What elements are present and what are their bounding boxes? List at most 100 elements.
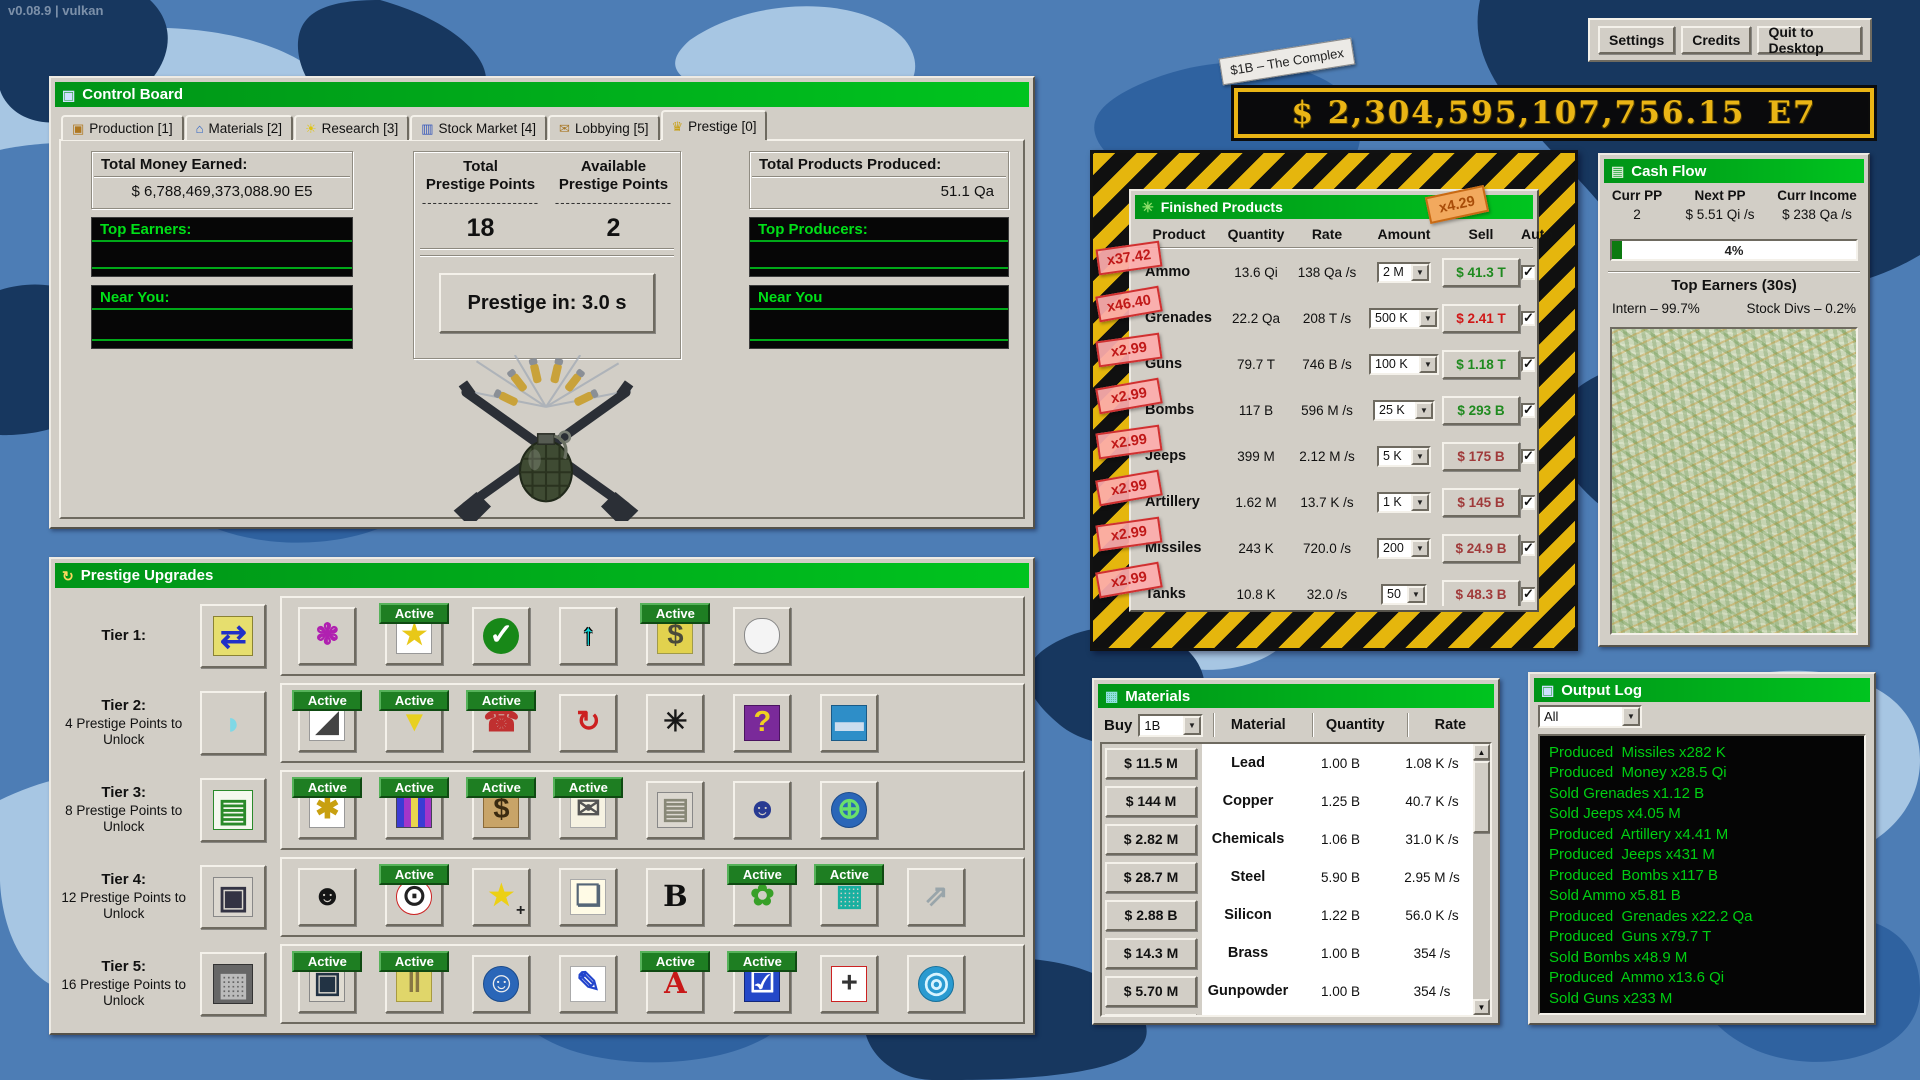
upgrade-button-sealed-envelope[interactable]: ✉Active	[559, 781, 617, 839]
sell-button[interactable]: $ 41.3 T	[1442, 258, 1520, 287]
materials-scrollbar[interactable]: ▲ ▼	[1473, 744, 1490, 1015]
upgrade-button-help-book[interactable]: ?	[733, 694, 791, 752]
upgrade-button-license-gear[interactable]: ✱Active	[298, 781, 356, 839]
upgrade-button-cube-grid[interactable]: ▦Active	[820, 868, 878, 926]
upgrade-button-paint-can[interactable]: ▬	[820, 694, 878, 752]
upgrade-button-juggling-hand[interactable]: ❃	[298, 607, 356, 665]
upgrade-button-computer[interactable]: ▣Active	[298, 955, 356, 1013]
tier-icon-button[interactable]: ▦	[200, 952, 266, 1016]
scroll-down-button[interactable]: ▼	[1473, 999, 1490, 1015]
upgrade-button-check-circle[interactable]: ✓	[472, 607, 530, 665]
column-quantity: Quantity	[1314, 717, 1397, 733]
upgrade-button-checklist-window[interactable]: ☑Active	[733, 955, 791, 1013]
upgrade-button-star-plus[interactable]: ★+	[472, 868, 530, 926]
sell-button[interactable]: $ 293 B	[1442, 396, 1520, 425]
quit-to-desktop-button[interactable]: Quit to Desktop	[1757, 26, 1862, 54]
tab-prestige-0[interactable]: ♛Prestige [0]	[661, 110, 768, 140]
upgrade-button-wall-clock[interactable]: +	[820, 955, 878, 1013]
sell-button[interactable]: $ 145 B	[1442, 488, 1520, 517]
upgrade-button-globe-person[interactable]: ☺	[472, 955, 530, 1013]
auto-checkbox[interactable]: ✓	[1521, 541, 1535, 556]
scrollbar-thumb[interactable]	[1473, 761, 1490, 833]
auto-checkbox[interactable]: ✓	[1521, 357, 1535, 372]
tier-icon-button[interactable]: ▤	[200, 778, 266, 842]
upgrade-button-flowers[interactable]: ✿Active	[733, 868, 791, 926]
auto-checkbox[interactable]: ✓	[1521, 495, 1535, 510]
upgrade-button-money-crate[interactable]: $Active	[472, 781, 530, 839]
upgrade-button-cash-register[interactable]: $Active	[646, 607, 704, 665]
upgrade-button-up-arrow[interactable]: ↑	[559, 607, 617, 665]
amount-select[interactable]: 25 K▼	[1373, 400, 1435, 421]
amount-select[interactable]: 5 K▼	[1377, 446, 1431, 467]
amount-select[interactable]: 200▼	[1377, 538, 1431, 559]
upgrade-button-letter-a[interactable]: AActive	[646, 955, 704, 1013]
auto-checkbox[interactable]: ✓	[1521, 311, 1535, 326]
buy-button[interactable]: $ 28.7 M	[1105, 862, 1197, 893]
tab-stock-market-4[interactable]: ▥Stock Market [4]	[410, 115, 547, 140]
sell-button[interactable]: $ 48.3 B	[1442, 580, 1520, 607]
amount-select[interactable]: 50▼	[1381, 584, 1427, 605]
sell-button[interactable]: $ 2.41 T	[1442, 304, 1520, 333]
material-quantity: 1.22 B	[1294, 908, 1387, 923]
auto-checkbox[interactable]: ✓	[1521, 403, 1535, 418]
buy-button[interactable]: $ 2.82 M	[1105, 824, 1197, 855]
tab-materials-2[interactable]: ⌂Materials [2]	[185, 115, 293, 140]
buy-button[interactable]: $ 14.3 M	[1105, 938, 1197, 969]
scroll-up-button[interactable]: ▲	[1473, 744, 1490, 760]
amount-select[interactable]: 1 K▼	[1377, 492, 1431, 513]
tier-icon-button[interactable]: ◗	[200, 691, 266, 755]
upgrade-button-funnel[interactable]: ▼Active	[385, 694, 443, 752]
upgrade-button-sea-mine[interactable]: ✳	[646, 694, 704, 752]
upgrade-button-zip-binder[interactable]: Active	[385, 781, 443, 839]
upgrade-button-file-cabinet[interactable]: ▤	[646, 781, 704, 839]
auto-checkbox[interactable]: ✓	[1521, 449, 1535, 464]
upgrade-button-dancers[interactable]: ☻	[298, 868, 356, 926]
sell-button[interactable]: $ 175 B	[1442, 442, 1520, 471]
tier-icon-button[interactable]: ⇄	[200, 604, 266, 668]
tab-research-3[interactable]: ☀Research [3]	[294, 115, 409, 140]
credits-button[interactable]: Credits	[1681, 26, 1751, 54]
game-screen: v0.08.9 | vulkan Settings Credits Quit t…	[0, 0, 1920, 1080]
upgrade-button-bold-b[interactable]: B	[646, 868, 704, 926]
upgrade-button-zip-folder[interactable]: ‖Active	[385, 955, 443, 1013]
next-pp-label: Next PP	[1669, 188, 1771, 203]
log-filter-select[interactable]: All ▼	[1538, 705, 1642, 728]
materials-controls: Buy 1B ▼ Material Quantity Rate	[1100, 711, 1492, 739]
buy-button[interactable]: $ 2.88 B	[1105, 900, 1197, 931]
upgrade-button-star-card[interactable]: ★Active	[385, 607, 443, 665]
auto-checkbox[interactable]: ✓	[1521, 587, 1535, 602]
tab-production-1[interactable]: ▣Production [1]	[61, 115, 184, 140]
buy-button[interactable]: $ 2.82 M	[1105, 1014, 1197, 1018]
upgrade-button-globe-tools[interactable]: ⊕	[820, 781, 878, 839]
buy-button[interactable]: $ 144 M	[1105, 786, 1197, 817]
buy-button[interactable]: $ 11.5 M	[1105, 748, 1197, 779]
amount-select[interactable]: 2 M▼	[1377, 262, 1431, 283]
column-rate: Rate	[1287, 226, 1367, 242]
sell-button[interactable]: $ 24.9 B	[1442, 534, 1520, 563]
buy-amount-select[interactable]: 1B ▼	[1138, 714, 1203, 737]
buy-button[interactable]: $ 5.70 M	[1105, 976, 1197, 1007]
upgrade-button-spy[interactable]: ☻	[733, 781, 791, 839]
upgrade-button-globe-search[interactable]: ◎	[907, 955, 965, 1013]
curr-pp-column: Curr PP 2	[1605, 188, 1669, 222]
upgrade-button-alarm-clock[interactable]: ⊙Active	[385, 868, 443, 926]
upgrade-button-phone-call[interactable]: ☎Active	[472, 694, 530, 752]
material-row-chemicals: $ 2.82 MChemicals1.06 B31.0 K /s	[1102, 820, 1473, 858]
settings-button[interactable]: Settings	[1598, 26, 1675, 54]
upgrade-button-arrow-trail[interactable]: ⇗	[907, 868, 965, 926]
upgrade-button-refresh-arrows[interactable]: ↻	[559, 694, 617, 752]
active-banner: Active	[379, 603, 449, 624]
product-rate: 32.0 /s	[1287, 587, 1367, 602]
upgrade-button-notepad-pen[interactable]: ✎	[559, 955, 617, 1013]
tab-lobbying-5[interactable]: ✉Lobbying [5]	[548, 115, 659, 140]
amount-select[interactable]: 500 K▼	[1369, 308, 1439, 329]
upgrade-button-picture[interactable]: ◢Active	[298, 694, 356, 752]
sell-button[interactable]: $ 1.18 T	[1442, 350, 1520, 379]
upgrade-button-mouse[interactable]	[733, 607, 791, 665]
prestige-button[interactable]: Prestige in: 3.0 s	[439, 273, 655, 333]
upgrade-button-documents[interactable]: ❏	[559, 868, 617, 926]
auto-checkbox[interactable]: ✓	[1521, 265, 1535, 280]
amount-select[interactable]: 100 K▼	[1369, 354, 1439, 375]
tier-icon-button[interactable]: ▣	[200, 865, 266, 929]
finished-product-row-artillery: Artillery1.62 M13.7 K /s1 K▼$ 145 B✓	[1133, 479, 1535, 525]
